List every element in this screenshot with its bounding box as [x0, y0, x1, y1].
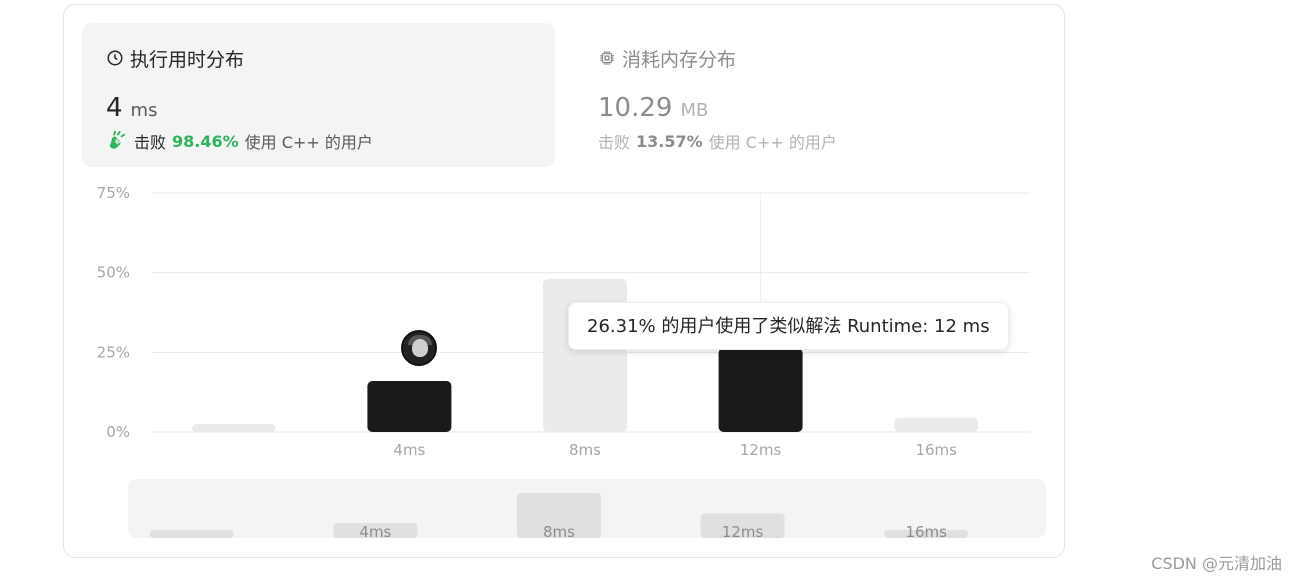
overview-label: 12ms — [722, 523, 764, 541]
x-tick-label: 16ms — [915, 441, 957, 459]
x-tick-label: 4ms — [393, 441, 425, 459]
x-tick-label: 8ms — [569, 441, 601, 459]
y-tick-label: 75% — [97, 184, 130, 202]
y-tick-label: 25% — [97, 343, 130, 361]
avatar — [401, 330, 437, 366]
overview-label: 16ms — [905, 523, 947, 541]
watermark: CSDN @元清加油 — [1151, 554, 1282, 573]
y-tick-label: 0% — [106, 423, 130, 441]
overview-bar — [149, 530, 234, 538]
overview-label: 4ms — [359, 523, 391, 541]
x-tick-label: 12ms — [740, 441, 782, 459]
bar — [894, 417, 979, 432]
bar — [191, 424, 276, 432]
y-tick-label: 50% — [97, 264, 130, 282]
chart-tooltip: 26.31% 的用户使用了类似解法 Runtime: 12 ms — [568, 302, 1009, 350]
overview-label: 8ms — [543, 523, 575, 541]
bar — [718, 348, 803, 432]
runtime-distribution-chart[interactable]: 0% 25% 50% 75% 4ms 8ms 12ms 16ms 4ms 8ms 12ms 16ms — [0, 0, 1296, 580]
bar — [367, 381, 452, 432]
